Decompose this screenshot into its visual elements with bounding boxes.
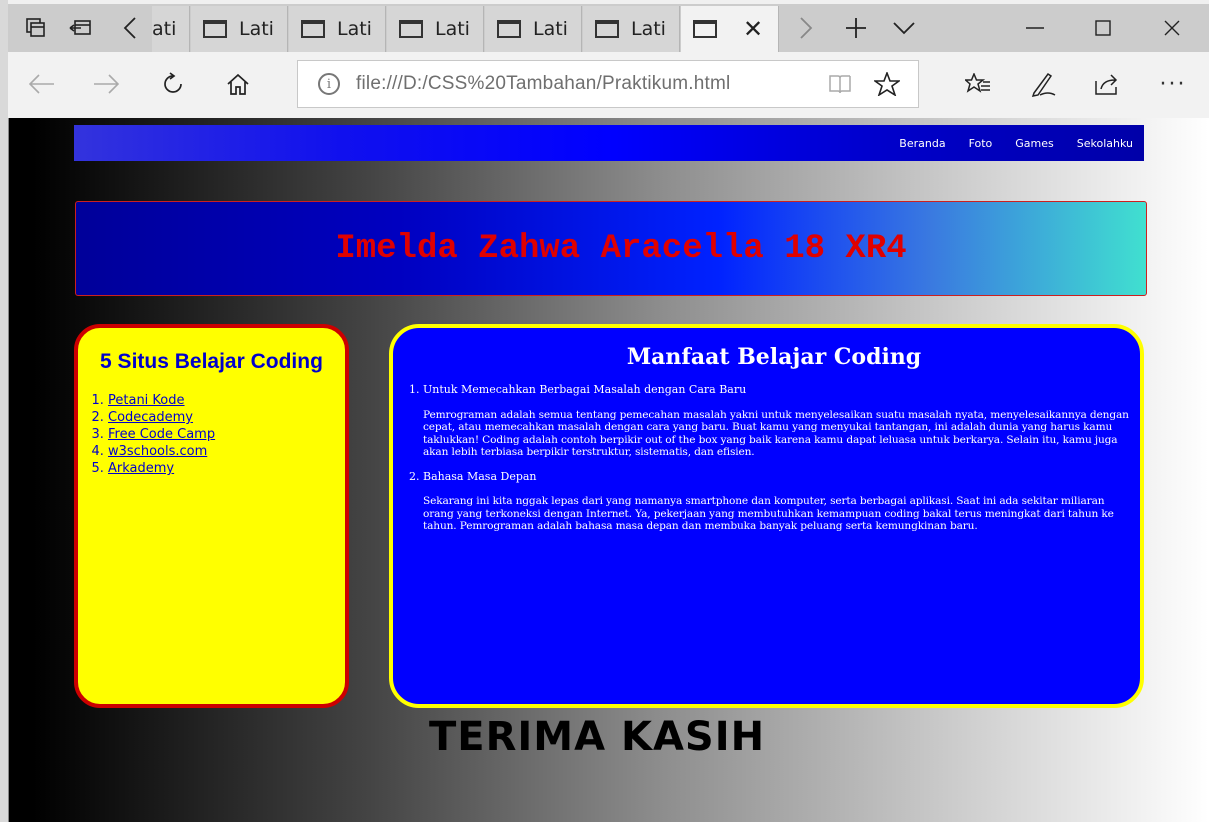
nav-link-foto[interactable]: Foto (969, 137, 993, 150)
forward-icon[interactable] (84, 64, 128, 104)
tab-dropdown-icon[interactable] (882, 4, 926, 52)
learning-sites-title: 5 Situs Belajar Coding (100, 350, 323, 373)
list-item: Codecademy (108, 409, 345, 426)
favorite-star-icon[interactable] (872, 70, 902, 100)
refresh-icon[interactable] (151, 64, 195, 104)
close-tab-icon[interactable]: ✕ (743, 15, 763, 43)
nav-links: Beranda Foto Games Sekolahku (899, 125, 1144, 161)
maximize-icon[interactable] (1069, 4, 1137, 52)
list-item: Petani Kode (108, 392, 345, 409)
page-viewport: Beranda Foto Games Sekolahku Imelda Zahw… (8, 118, 1209, 822)
info-icon[interactable]: i (318, 73, 340, 95)
tab-partial[interactable]: ati (152, 6, 190, 52)
page-icon (497, 20, 521, 38)
site-link-w3schools[interactable]: w3schools.com (108, 444, 207, 459)
page-icon (301, 20, 325, 38)
benefit-text: Pemrograman adalah semua tentang pemecah… (423, 408, 1129, 459)
scroll-right-icon[interactable] (784, 4, 828, 52)
nav-link-games[interactable]: Games (1015, 137, 1053, 150)
scroll-left-icon[interactable] (108, 4, 152, 52)
navigation-bar: i file:///D:/CSS%20Tambahan/Praktikum.ht… (8, 52, 1209, 118)
desktop-edge (0, 0, 8, 822)
learning-sites-box: 5 Situs Belajar Coding Petani Kode Codec… (74, 324, 349, 708)
list-item: w3schools.com (108, 443, 345, 460)
tab-active[interactable]: ✕ (681, 6, 779, 52)
list-item: Bahasa Masa Depan Sekarang ini kita ngga… (423, 469, 1138, 533)
nav-link-sekolahku[interactable]: Sekolahku (1077, 137, 1133, 150)
benefit-heading: Untuk Memecahkan Berbagai Masalah dengan… (423, 383, 747, 396)
site-link-petani-kode[interactable]: Petani Kode (108, 393, 185, 408)
back-icon[interactable] (20, 64, 64, 104)
home-icon[interactable] (216, 64, 260, 104)
site-link-codecademy[interactable]: Codecademy (108, 410, 193, 425)
close-window-icon[interactable] (1138, 4, 1206, 52)
tab-title: Lati (435, 18, 470, 40)
site-link-arkademy[interactable]: Arkademy (108, 461, 174, 476)
browser-window: ati Lati Lati Lati Lati Lati ✕ i file://… (0, 0, 1209, 822)
tab-title: Lati (337, 18, 372, 40)
page-icon (595, 20, 619, 38)
list-item: Untuk Memecahkan Berbagai Masalah dengan… (423, 383, 1138, 459)
favorites-hub-icon[interactable] (956, 64, 1000, 104)
address-url[interactable]: file:///D:/CSS%20Tambahan/Praktikum.html (356, 73, 730, 95)
more-icon[interactable]: ··· (1151, 64, 1195, 104)
tab-item[interactable]: Lati (191, 6, 288, 52)
tab-title: Lati (239, 18, 274, 40)
minimize-icon[interactable] (1001, 4, 1069, 52)
thank-you-text: TERIMA KASIH (429, 714, 766, 760)
tab-item[interactable]: Lati (485, 6, 582, 52)
tab-title: ati (152, 18, 177, 40)
address-bar[interactable]: i file:///D:/CSS%20Tambahan/Praktikum.ht… (297, 60, 919, 108)
list-item: Free Code Camp (108, 426, 345, 443)
reading-view-icon[interactable] (828, 73, 852, 99)
benefits-list: Untuk Memecahkan Berbagai Masalah dengan… (393, 383, 1140, 533)
benefit-text: Sekarang ini kita nggak lepas dari yang … (423, 495, 1114, 532)
tab-item[interactable]: Lati (387, 6, 484, 52)
page-icon (399, 20, 423, 38)
nav-link-beranda[interactable]: Beranda (899, 137, 945, 150)
site-link-free-code-camp[interactable]: Free Code Camp (108, 427, 215, 442)
tab-item[interactable]: Lati (289, 6, 386, 52)
tab-item[interactable]: Lati (583, 6, 680, 52)
banner-title: Imelda Zahwa Aracella 18 XR4 (335, 229, 907, 268)
new-tab-icon[interactable] (834, 4, 878, 52)
header-banner: Imelda Zahwa Aracella 18 XR4 (75, 201, 1147, 296)
list-item: Arkademy (108, 460, 345, 477)
tab-preview-icon[interactable] (14, 4, 58, 52)
tab-bar: ati Lati Lati Lati Lati Lati ✕ (8, 4, 1209, 52)
share-icon[interactable] (1086, 64, 1130, 104)
page-icon (693, 20, 717, 38)
benefit-heading: Bahasa Masa Depan (423, 469, 537, 483)
site-nav-bar: Beranda Foto Games Sekolahku (74, 125, 1144, 161)
benefits-title: Manfaat Belajar Coding (626, 344, 922, 370)
set-aside-tabs-icon[interactable] (58, 4, 102, 52)
page-icon (203, 20, 227, 38)
tab-title: Lati (533, 18, 568, 40)
benefits-box: Manfaat Belajar Coding Untuk Memecahkan … (389, 324, 1144, 708)
learning-sites-list: Petani Kode Codecademy Free Code Camp w3… (108, 392, 345, 477)
web-note-icon[interactable] (1021, 64, 1065, 104)
tab-title: Lati (631, 18, 666, 40)
